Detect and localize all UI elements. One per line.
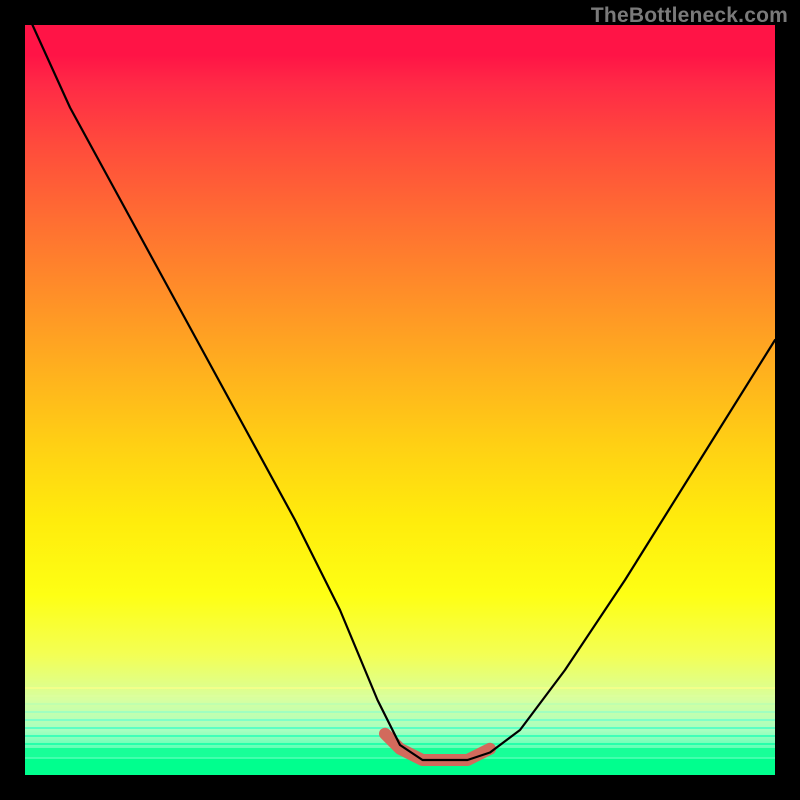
chart-stage: TheBottleneck.com: [0, 0, 800, 800]
plot-area: [25, 25, 775, 775]
sweet-spot-marker: [385, 734, 490, 760]
curve-layer: [25, 25, 775, 775]
bottleneck-curve: [33, 25, 776, 760]
